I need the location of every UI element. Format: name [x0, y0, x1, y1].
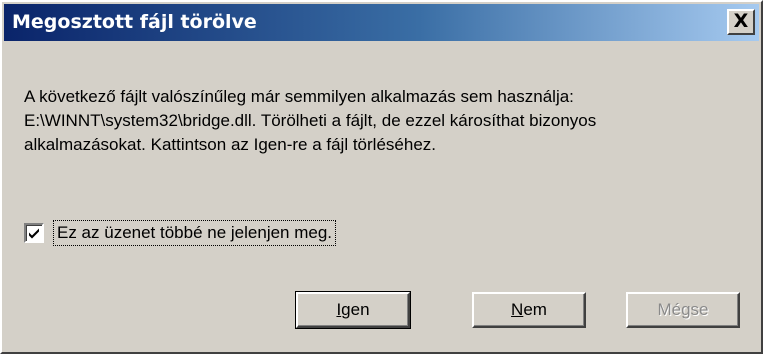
message-line: A következő fájlt valószínűleg már semmi…	[24, 87, 574, 106]
cancel-button[interactable]: Mégse	[626, 292, 740, 328]
message-text: A következő fájlt valószínűleg már semmi…	[24, 85, 754, 157]
no-accelerator: N	[511, 300, 524, 319]
dont-show-again-checkbox[interactable]	[24, 223, 44, 243]
title-bar[interactable]: Megosztott fájl törölve X	[4, 4, 759, 41]
no-label-rest: em	[523, 300, 547, 319]
message-line: E:\WINNT\system32\bridge.dll. Törölheti …	[24, 111, 597, 130]
dont-show-again-label[interactable]: Ez az üzenet többé ne jelenjen meg.	[53, 220, 337, 246]
no-button[interactable]: Nem	[472, 292, 586, 328]
checkmark-icon	[29, 228, 39, 239]
dialog-title: Megosztott fájl törölve	[12, 11, 257, 33]
message-line: alkalmazásokat. Kattintson az Igen-re a …	[24, 135, 436, 154]
dialog-window: Megosztott fájl törölve X A következő fá…	[0, 0, 763, 354]
yes-label-rest: gen	[341, 300, 370, 319]
yes-button[interactable]: Igen	[295, 291, 411, 329]
close-button[interactable]: X	[727, 9, 755, 35]
